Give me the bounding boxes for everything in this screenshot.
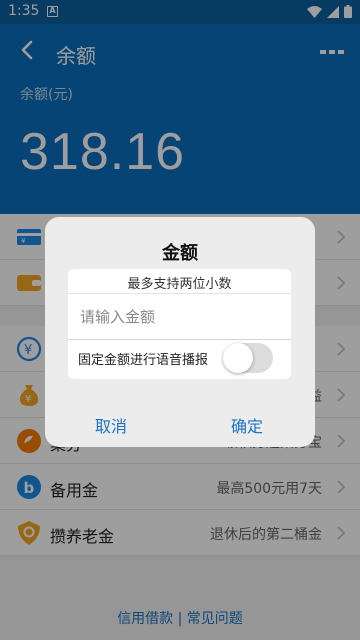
decimal-hint: 最多支持两位小数 <box>127 277 232 292</box>
voice-broadcast-toggle[interactable] <box>223 343 273 373</box>
confirm-button[interactable]: 确定 <box>231 413 263 437</box>
cancel-button[interactable]: 取消 <box>95 413 127 437</box>
voice-broadcast-label: 固定金额进行语音播报 <box>78 353 209 368</box>
dialog-title: 金额 <box>162 243 198 264</box>
amount-input[interactable] <box>74 299 285 335</box>
divider <box>68 339 291 340</box>
amount-dialog: 金额 最多支持两位小数 固定金额进行语音播报 取消 确定 <box>45 217 315 447</box>
amount-input-box: 最多支持两位小数 固定金额进行语音播报 <box>68 269 291 379</box>
divider <box>68 293 291 294</box>
toggle-knob <box>223 343 253 373</box>
